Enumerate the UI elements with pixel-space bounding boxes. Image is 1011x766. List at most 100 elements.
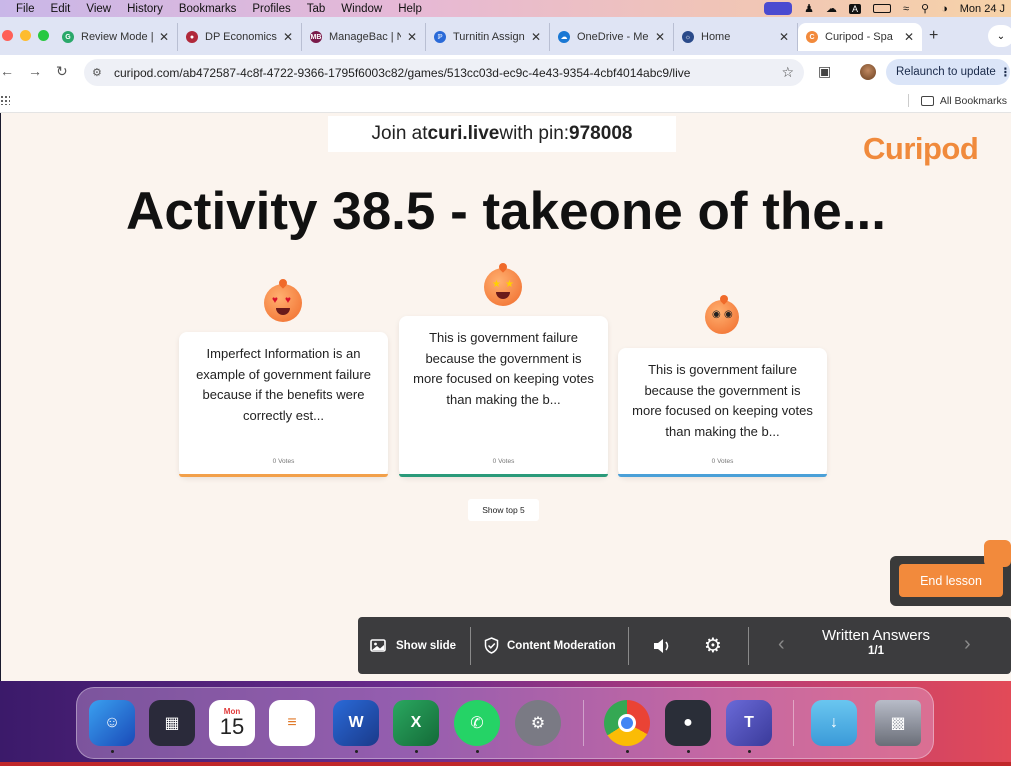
- reload-icon[interactable]: ↻: [56, 63, 68, 80]
- address-bar[interactable]: ⚙ curipod.com/ab472587-4c8f-4722-9366-17…: [84, 59, 804, 86]
- onedrive-favicon-icon: ☁: [558, 31, 570, 43]
- slide-counter: 1/1: [868, 645, 884, 657]
- vote-count: 0 Votes: [492, 458, 515, 465]
- close-tab-icon[interactable]: ✕: [531, 30, 541, 44]
- bookmark-star-icon[interactable]: ☆: [781, 64, 794, 81]
- sound-button[interactable]: [652, 617, 674, 674]
- answer-text: Imperfect Information is an example of g…: [196, 346, 371, 423]
- more-menu-icon[interactable]: ⋮: [1000, 65, 1011, 79]
- written-answers-indicator: Written Answers 1/1: [806, 627, 946, 657]
- trash-icon[interactable]: ▩: [875, 700, 921, 746]
- close-tab-icon[interactable]: ✕: [904, 30, 914, 44]
- menu-edit[interactable]: Edit: [43, 3, 79, 15]
- macos-desktop: ☺ ▦ Mon 15 ≡ W X ✆ ⚙ ● T ↓ ▩: [0, 681, 1011, 766]
- family-icon[interactable]: ♟: [804, 2, 814, 15]
- tab-turnitin[interactable]: ℙ Turnitin Assign ✕: [426, 23, 550, 51]
- tab-review-mode[interactable]: G Review Mode | ✕: [54, 23, 178, 51]
- close-tab-icon[interactable]: ✕: [159, 30, 169, 44]
- close-tab-icon[interactable]: ✕: [407, 30, 417, 44]
- search-icon[interactable]: ⚲: [921, 2, 929, 15]
- running-indicator: [626, 750, 629, 753]
- show-slide-button[interactable]: Show slide: [370, 617, 456, 674]
- content-moderation-button[interactable]: Content Moderation: [484, 617, 616, 674]
- url-text[interactable]: curipod.com/ab472587-4c8f-4722-9366-1795…: [114, 66, 781, 80]
- battery-icon[interactable]: [872, 4, 891, 13]
- tab-dp-economics[interactable]: ● DP Economics ✕: [178, 23, 302, 51]
- menu-view[interactable]: View: [78, 3, 119, 15]
- curipod-logo: Curipod: [863, 131, 979, 166]
- answer-card[interactable]: Imperfect Information is an example of g…: [179, 332, 388, 477]
- tab-home[interactable]: ☼ Home ✕: [674, 23, 798, 51]
- calendar-icon[interactable]: Mon 15: [209, 700, 255, 746]
- word-icon[interactable]: W: [333, 700, 379, 746]
- browser-toolbar: ← → ↻ ⚙ curipod.com/ab472587-4c8f-4722-9…: [0, 55, 1011, 89]
- browser-tab-strip: G Review Mode | ✕ ● DP Economics ✕ MB ManageB…: [0, 17, 1011, 55]
- screen-capture-icon[interactable]: [984, 540, 1011, 567]
- tab-managebac[interactable]: MB ManageBac | N ✕: [302, 23, 426, 51]
- tab-label: Review Mode |: [81, 31, 153, 43]
- managebac-favicon-icon: MB: [310, 31, 322, 43]
- system-settings-icon[interactable]: ⚙: [515, 700, 561, 746]
- running-indicator: [476, 750, 479, 753]
- apps-grid-icon[interactable]: [0, 95, 10, 105]
- downloads-folder-icon[interactable]: ↓: [811, 700, 857, 746]
- new-tab-icon[interactable]: +: [929, 27, 938, 45]
- all-bookmarks-button[interactable]: All Bookmarks: [907, 94, 1007, 107]
- tab-label: DP Economics: [205, 31, 277, 43]
- close-tab-icon[interactable]: ✕: [283, 30, 293, 44]
- tab-onedrive[interactable]: ☁ OneDrive - Me ✕: [550, 23, 674, 51]
- menubar-clock[interactable]: Mon 24 J: [960, 3, 1005, 15]
- chrome-icon[interactable]: [604, 700, 650, 746]
- home-favicon-icon: ☼: [682, 31, 694, 43]
- menu-history[interactable]: History: [119, 3, 171, 15]
- menu-tab[interactable]: Tab: [299, 3, 334, 15]
- show-top-button[interactable]: Show top 5: [468, 499, 539, 521]
- creative-cloud-icon[interactable]: ☁: [826, 2, 837, 15]
- menubar-status-area: ♟ ☁ A ≈ ⚲ ◑ Mon 24 J: [764, 0, 1005, 17]
- presenter-control-bar: Show slide Content Moderation ⚙ ‹ Writte…: [358, 617, 1011, 674]
- screen-share-icon[interactable]: [764, 2, 793, 15]
- end-lesson-button[interactable]: End lesson: [899, 564, 1003, 597]
- input-source-icon[interactable]: A: [848, 3, 861, 14]
- teams-icon[interactable]: T: [726, 700, 772, 746]
- tab-search-chevron-icon[interactable]: ⌄: [988, 25, 1011, 47]
- menu-window[interactable]: Window: [333, 3, 390, 15]
- menu-profiles[interactable]: Profiles: [244, 3, 298, 15]
- join-instructions: Join at curi.live with pin: 978008: [328, 116, 676, 152]
- forward-arrow-icon[interactable]: →: [28, 63, 42, 79]
- maximize-window-icon[interactable]: [38, 30, 49, 41]
- settings-button[interactable]: ⚙: [704, 617, 722, 674]
- menu-help[interactable]: Help: [390, 3, 430, 15]
- site-info-icon[interactable]: ⚙: [92, 66, 106, 79]
- tab-label: ManageBac | N: [329, 31, 401, 43]
- control-divider: [628, 627, 629, 665]
- previous-chevron-icon[interactable]: ‹: [778, 633, 785, 656]
- tabs-app-icon[interactable]: ●: [665, 700, 711, 746]
- reminders-icon[interactable]: ≡: [269, 700, 315, 746]
- dock-divider: [793, 700, 794, 746]
- finder-icon[interactable]: ☺: [89, 700, 135, 746]
- minimize-window-icon[interactable]: [20, 30, 31, 41]
- answer-card[interactable]: This is government failure because the g…: [618, 348, 827, 477]
- extensions-puzzle-icon[interactable]: ▣: [818, 63, 831, 80]
- close-tab-icon[interactable]: ✕: [655, 30, 665, 44]
- bookmarks-bar: All Bookmarks: [0, 89, 1011, 113]
- relaunch-to-update-button[interactable]: Relaunch to update ⋮: [886, 59, 1011, 85]
- next-chevron-icon[interactable]: ›: [964, 633, 971, 656]
- wifi-icon[interactable]: ≈: [903, 3, 909, 15]
- shield-check-icon: [484, 637, 499, 654]
- profile-avatar[interactable]: [860, 64, 876, 80]
- control-center-icon[interactable]: ◑: [941, 3, 948, 15]
- launchpad-icon[interactable]: ▦: [149, 700, 195, 746]
- tab-curipod[interactable]: C Curipod - Spa ✕: [798, 23, 922, 51]
- excel-icon[interactable]: X: [393, 700, 439, 746]
- close-window-icon[interactable]: [2, 30, 13, 41]
- back-arrow-icon[interactable]: ←: [0, 63, 14, 79]
- desktop-edge: [0, 762, 1011, 766]
- tab-label: Curipod - Spa: [825, 31, 893, 43]
- menu-bookmarks[interactable]: Bookmarks: [171, 3, 245, 15]
- whatsapp-icon[interactable]: ✆: [454, 700, 500, 746]
- menu-file[interactable]: File: [0, 3, 43, 15]
- close-tab-icon[interactable]: ✕: [779, 30, 789, 44]
- answer-card[interactable]: This is government failure because the g…: [399, 316, 608, 477]
